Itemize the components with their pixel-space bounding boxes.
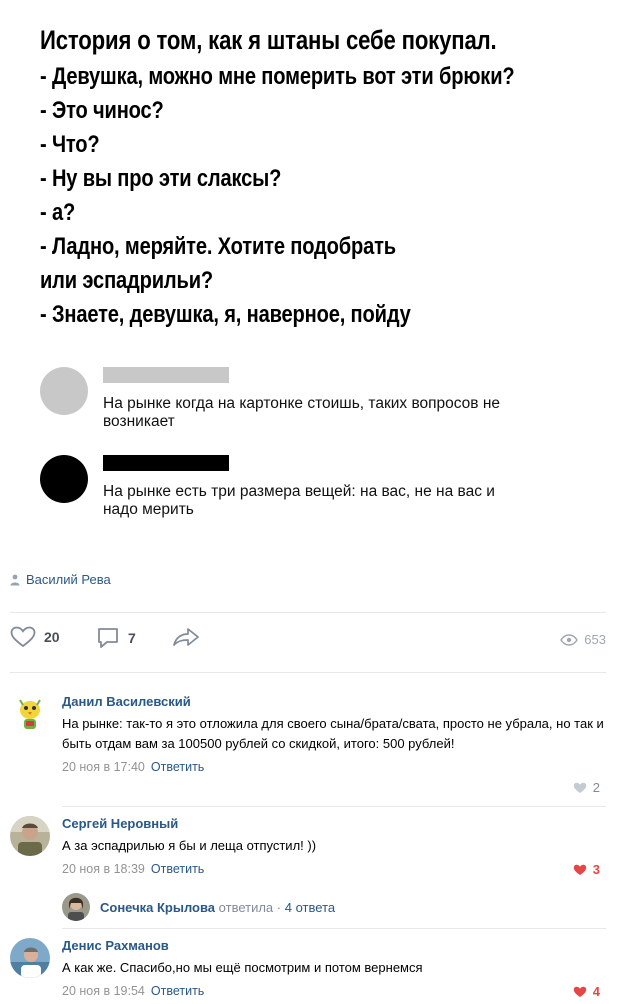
comment-body: Денис Рахманов А как же. Спасибо,но мы е… [62, 938, 606, 1000]
comment-time[interactable]: 20 ноя в 17:40 [62, 760, 145, 774]
post-actions: 20 7 653 [10, 626, 606, 656]
heart-icon [573, 986, 586, 997]
meme-line: - Ладно, меряйте. Хотите подобрать [40, 233, 396, 260]
comment-author[interactable]: Денис Рахманов [62, 938, 606, 954]
meme-avatar-gray [40, 367, 88, 415]
like-button[interactable]: 20 [10, 626, 60, 648]
comment-separator [62, 806, 606, 807]
avatar-photo-image [10, 816, 50, 856]
comment-text: А за эспадрилью я бы и леща отпустил! )) [62, 838, 317, 853]
meme-dialogue: История о том, как я штаны себе покупал.… [40, 20, 600, 332]
comment-like-button[interactable]: 3 [573, 862, 600, 877]
person-icon [10, 574, 20, 585]
heart-icon [573, 782, 586, 793]
post-author[interactable]: Василий Рева [10, 572, 111, 587]
avatar-photo-image [62, 893, 90, 921]
views: 653 [560, 632, 606, 647]
comment-body: Сергей Неровный А за эспадрилью я бы и л… [62, 816, 606, 878]
comment-like-count: 2 [592, 780, 600, 795]
post-author-name[interactable]: Василий Рева [26, 572, 111, 587]
thread-author[interactable]: Сонечка Крылова [100, 900, 215, 915]
reply-button[interactable]: Ответить [151, 984, 204, 998]
thread-count[interactable]: 4 ответа [285, 900, 335, 915]
comment-separator [62, 928, 606, 929]
comment-text: А как же. Спасибо,но мы ещё посмотрим и … [62, 960, 423, 975]
meme-line: - Ну вы про эти слаксы? [40, 165, 282, 192]
comment-author[interactable]: Данил Василевский [62, 694, 606, 710]
eye-icon [560, 633, 579, 646]
thread-dot: · [276, 899, 282, 915]
comment-text: На рынке: так-то я это отложила для свое… [62, 716, 604, 751]
meme-line: - Что? [40, 131, 100, 158]
divider [10, 672, 606, 673]
avatar-bird-image [10, 694, 50, 734]
meme-line: - а? [40, 199, 76, 226]
meme-title: История о том, как я штаны себе покупал. [40, 25, 497, 55]
avatar[interactable] [10, 816, 50, 856]
avatar[interactable] [10, 938, 50, 978]
comment-time[interactable]: 20 ноя в 19:54 [62, 984, 145, 998]
reply-button[interactable]: Ответить [151, 760, 204, 774]
thread-verb: ответила [218, 899, 274, 915]
comment-icon [98, 628, 118, 648]
meme-line: или эспадрильи? [40, 267, 214, 294]
replies-thread[interactable]: Сонечка Крылова ответила · 4 ответа [62, 893, 335, 921]
meme-line: - Это чинос? [40, 97, 164, 124]
like-count: 20 [44, 629, 60, 645]
comment-author[interactable]: Сергей Неровный [62, 816, 606, 832]
comment-like-button[interactable]: 4 [573, 984, 600, 999]
thread-text[interactable]: Сонечка Крылова ответила · 4 ответа [100, 900, 335, 915]
views-count: 653 [584, 632, 606, 647]
share-icon [173, 628, 199, 646]
comment-like-button[interactable]: 2 [573, 780, 600, 795]
comment-meta: 20 ноя в 18:39 Ответить [62, 860, 606, 878]
comment-meta: 20 ноя в 17:40 Ответить [62, 758, 606, 776]
heart-icon [573, 864, 586, 875]
meme-name-redacted [103, 455, 229, 471]
avatar[interactable] [10, 694, 50, 734]
meme-comment-text: На рынке есть три размера вещей: на вас,… [103, 483, 495, 518]
avatar-photo-image [10, 938, 50, 978]
comment-time[interactable]: 20 ноя в 18:39 [62, 862, 145, 876]
avatar [62, 893, 90, 921]
heart-icon [10, 626, 36, 648]
comment-meta: 20 ноя в 19:54 Ответить [62, 982, 606, 1000]
meme-line: - Девушка, можно мне померить вот эти бр… [40, 63, 515, 90]
reply-button[interactable]: Ответить [151, 862, 204, 876]
divider [10, 612, 606, 613]
comment-button[interactable]: 7 [96, 626, 136, 650]
meme-avatar-black [40, 455, 88, 503]
meme-image: История о том, как я штаны себе покупал.… [0, 0, 620, 560]
comment-body: Данил Василевский На рынке: так-то я это… [62, 694, 606, 776]
comment-count: 7 [128, 630, 136, 646]
meme-line: - Знаете, девушка, я, наверное, пойду [40, 301, 411, 328]
comment-like-count: 4 [592, 984, 600, 999]
share-button[interactable] [172, 626, 200, 648]
meme-name-redacted [103, 367, 229, 383]
comment-like-count: 3 [592, 862, 600, 877]
meme-comment-text: На рынке когда на картонке стоишь, таких… [103, 395, 501, 430]
